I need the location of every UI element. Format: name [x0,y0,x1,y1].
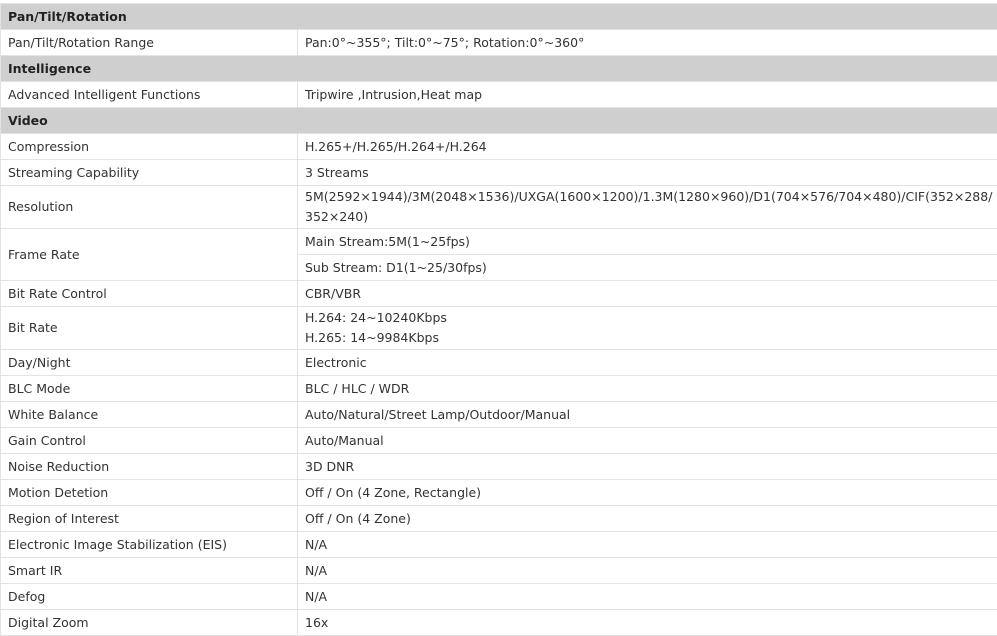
table-row: BLC Mode BLC / HLC / WDR [1,376,997,402]
spec-label: Advanced Intelligent Functions [1,82,298,108]
table-row: Bit Rate H.264: 24~10240Kbps H.265: 14~9… [1,307,997,350]
spec-label: Gain Control [1,428,298,454]
spec-label: Region of Interest [1,506,298,532]
table-row: Compression H.265+/H.265/H.264+/H.264 [1,134,997,160]
spec-value: Electronic [298,350,997,376]
table-row: Digital Zoom 16x [1,610,997,636]
spec-label: Digital Zoom [1,610,298,636]
spec-label: Bit Rate Control [1,281,298,307]
spec-label: Smart IR [1,558,298,584]
spec-value: N/A [298,584,997,610]
spec-label: Defog [1,584,298,610]
table-row: White Balance Auto/Natural/Street Lamp/O… [1,402,997,428]
table-row: Motion Detetion Off / On (4 Zone, Rectan… [1,480,997,506]
spec-value-line: H.264: 24~10240Kbps [305,308,997,328]
section-title: Video [1,108,997,134]
spec-value: Sub Stream: D1(1~25/30fps) [298,255,997,281]
spec-value-line: 5M(2592×1944)/3M(2048×1536)/UXGA(1600×12… [305,187,997,207]
spec-value: Off / On (4 Zone) [298,506,997,532]
spec-label: Electronic Image Stabilization (EIS) [1,532,298,558]
spec-label: Compression [1,134,298,160]
spec-label: Frame Rate [1,229,298,281]
table-row: Region of Interest Off / On (4 Zone) [1,506,997,532]
spec-value: 3 Streams [298,160,997,186]
spec-value: N/A [298,558,997,584]
spec-label: Bit Rate [1,307,298,350]
spec-value: 3D DNR [298,454,997,480]
spec-value: BLC / HLC / WDR [298,376,997,402]
spec-label: Resolution [1,186,298,229]
spec-value: Pan:0°~355°; Tilt:0°~75°; Rotation:0°~36… [298,30,997,56]
section-header-pan-tilt: Pan/Tilt/Rotation [1,4,997,30]
table-row: Bit Rate Control CBR/VBR [1,281,997,307]
spec-value: 5M(2592×1944)/3M(2048×1536)/UXGA(1600×12… [298,186,997,229]
spec-value: H.264: 24~10240Kbps H.265: 14~9984Kbps [298,307,997,350]
spec-label: Motion Detetion [1,480,298,506]
spec-label: Pan/Tilt/Rotation Range [1,30,298,56]
section-title: Intelligence [1,56,997,82]
table-row: Smart IR N/A [1,558,997,584]
table-row: Streaming Capability 3 Streams [1,160,997,186]
table-row: Electronic Image Stabilization (EIS) N/A [1,532,997,558]
spec-value: CBR/VBR [298,281,997,307]
table-row: Defog N/A [1,584,997,610]
section-title: Pan/Tilt/Rotation [1,4,997,30]
spec-value: Tripwire ,Intrusion,Heat map [298,82,997,108]
spec-value: Auto/Natural/Street Lamp/Outdoor/Manual [298,402,997,428]
section-header-intelligence: Intelligence [1,56,997,82]
table-row: Gain Control Auto/Manual [1,428,997,454]
spec-label: Noise Reduction [1,454,298,480]
table-row: Noise Reduction 3D DNR [1,454,997,480]
spec-value-line: H.265: 14~9984Kbps [305,328,997,348]
spec-label: Day/Night [1,350,298,376]
spec-value: Main Stream:5M(1~25fps) [298,229,997,255]
spec-value: Off / On (4 Zone, Rectangle) [298,480,997,506]
table-row: Frame Rate Main Stream:5M(1~25fps) [1,229,997,255]
table-row: Pan/Tilt/Rotation Range Pan:0°~355°; Til… [1,30,997,56]
spec-label: Streaming Capability [1,160,298,186]
table-row: Resolution 5M(2592×1944)/3M(2048×1536)/U… [1,186,997,229]
table-row: Day/Night Electronic [1,350,997,376]
spec-value: Auto/Manual [298,428,997,454]
spec-label: White Balance [1,402,298,428]
spec-value-line: 352×240) [305,207,997,227]
spec-value: N/A [298,532,997,558]
spec-label: BLC Mode [1,376,298,402]
spec-table: Pan/Tilt/Rotation Pan/Tilt/Rotation Rang… [0,3,997,636]
section-header-video: Video [1,108,997,134]
spec-value: 16x [298,610,997,636]
spec-value: H.265+/H.265/H.264+/H.264 [298,134,997,160]
table-row: Advanced Intelligent Functions Tripwire … [1,82,997,108]
